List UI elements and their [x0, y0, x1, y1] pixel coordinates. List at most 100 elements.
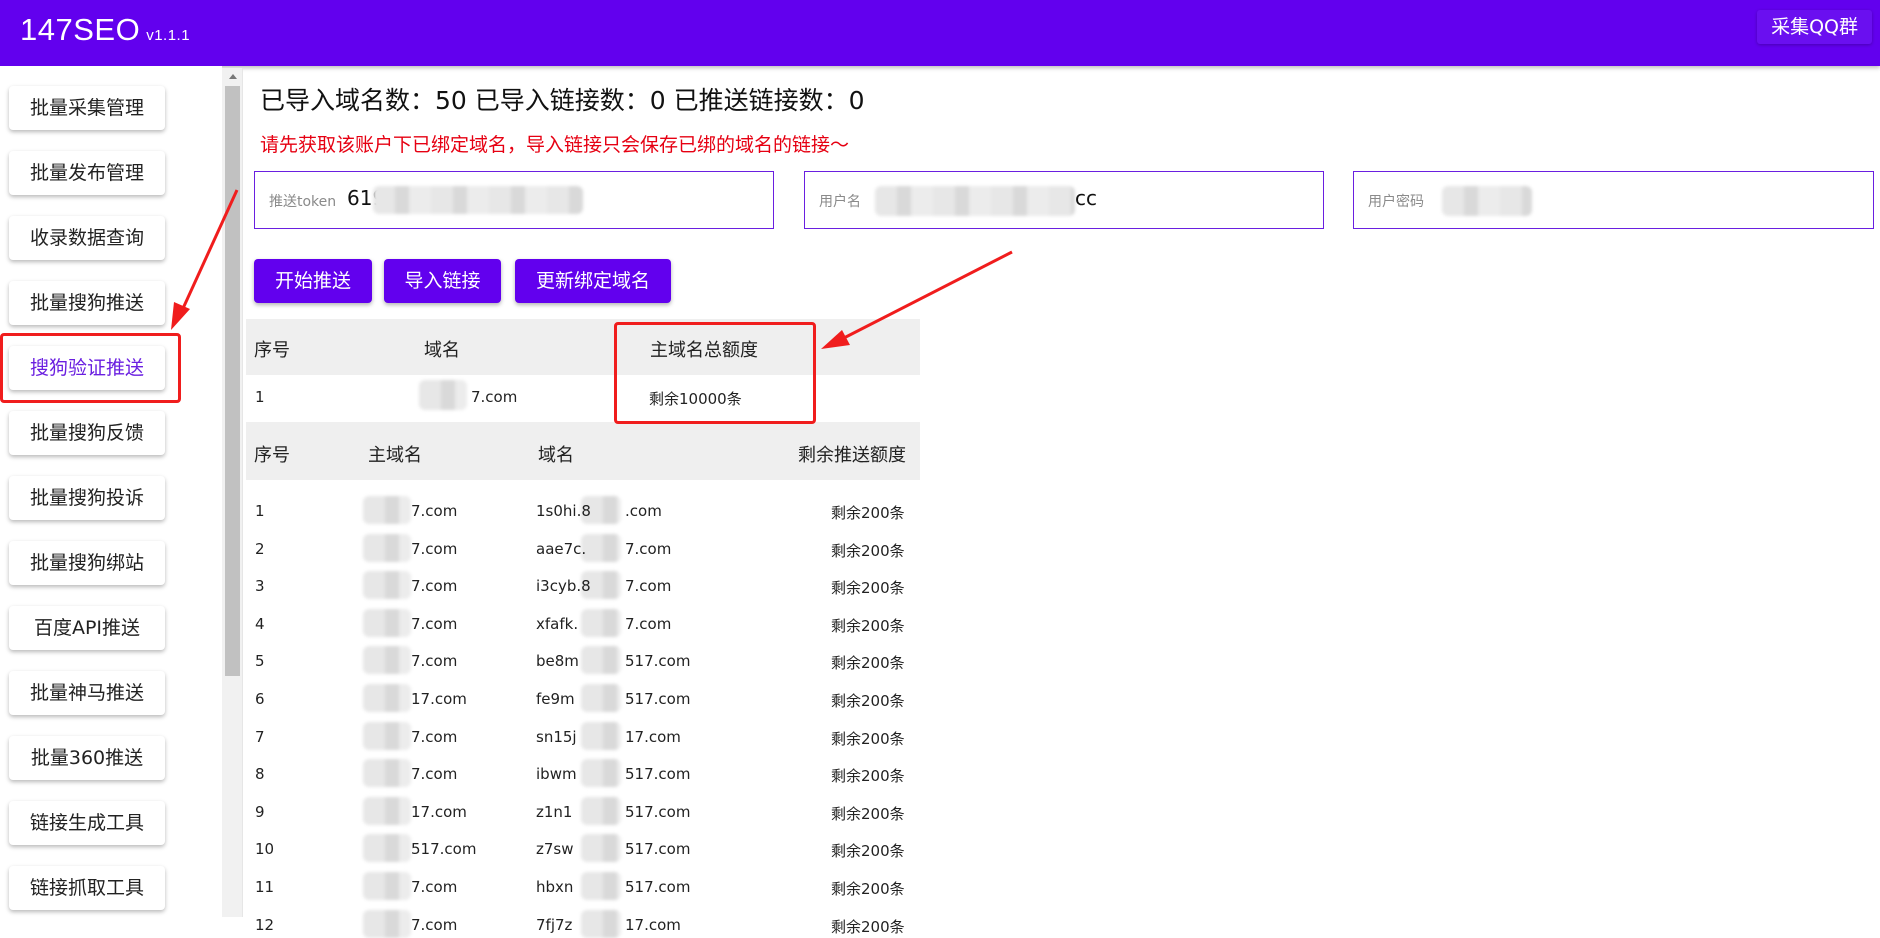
- main-domain-redaction: [363, 834, 411, 863]
- row-quota: 剩余200条: [831, 504, 905, 522]
- row-quota: 剩余200条: [831, 917, 905, 936]
- token-label: 推送token: [269, 194, 337, 210]
- main-domain-redaction: [363, 759, 411, 788]
- row-domain-tail: 517.com: [625, 652, 691, 671]
- sidebar-item[interactable]: 批量搜狗投诉: [9, 476, 165, 520]
- row-domain: ibwm: [536, 765, 577, 784]
- main-domain-redaction: [363, 608, 411, 637]
- row-domain: z1n1: [536, 802, 573, 821]
- password-redaction: [1442, 186, 1532, 216]
- sidebar-item[interactable]: 批量搜狗推送: [9, 281, 165, 325]
- row-index: 2: [255, 539, 265, 558]
- domain-redaction: [581, 721, 621, 750]
- token-redaction: [373, 186, 583, 214]
- domain-redaction: [581, 533, 621, 562]
- row-main-domain: 7.com: [411, 915, 458, 934]
- row-quota: 剩余200条: [831, 692, 905, 710]
- row-domain-tail: 517.com: [625, 802, 691, 821]
- sidebar-item[interactable]: 批量神马推送: [9, 671, 165, 715]
- row-domain-tail: 517.com: [625, 878, 691, 896]
- row-domain-tail: 7.com: [625, 614, 672, 633]
- row-index: 6: [255, 690, 265, 708]
- row-index: 10: [255, 840, 275, 859]
- row-main-domain: 7.com: [411, 614, 458, 633]
- domain-redaction: [581, 608, 621, 637]
- scroll-up-arrow-icon[interactable]: [229, 74, 237, 79]
- row-index: 12: [255, 915, 275, 934]
- row-quota: 剩余200条: [831, 541, 905, 560]
- app-version: v1.1.1: [146, 27, 191, 44]
- row-main-domain: 7.com: [411, 878, 458, 896]
- sidebar-item[interactable]: 批量搜狗反馈: [9, 411, 165, 455]
- row-domain-tail: 517.com: [625, 690, 691, 708]
- main-domain-redaction: [363, 496, 411, 524]
- row-index: 4: [255, 614, 265, 633]
- row-domain-tail: 7.com: [625, 539, 672, 558]
- col-index: 序号: [254, 340, 290, 361]
- row-domain-tail: 7.com: [625, 577, 672, 596]
- password-field[interactable]: 用户密码: [1353, 171, 1874, 229]
- col-domain: 域名: [538, 445, 574, 466]
- sidebar-item[interactable]: 收录数据查询: [9, 216, 165, 260]
- main-domain-redaction: [363, 872, 411, 900]
- sidebar-scrollbar[interactable]: [222, 68, 243, 917]
- row-domain: 7fj7z: [536, 915, 573, 934]
- import-links-button[interactable]: 导入链接: [384, 259, 501, 303]
- row-main-domain: 7.com: [411, 652, 458, 671]
- password-label: 用户密码: [1368, 194, 1424, 210]
- row-quota: 剩余200条: [831, 842, 905, 861]
- token-field[interactable]: 推送token 619: [254, 171, 774, 229]
- highlight-quota-column: [614, 322, 816, 424]
- sidebar-item[interactable]: 批量发布管理: [9, 151, 165, 195]
- col-domain: 域名: [424, 340, 460, 361]
- app-brand: 147SEO v1.1.1: [20, 12, 190, 48]
- username-redaction: [875, 186, 1075, 216]
- domain-redaction: [581, 646, 621, 675]
- sidebar-item[interactable]: 链接抓取工具: [9, 866, 165, 910]
- row-domain: be8m: [536, 652, 579, 671]
- row-index: 9: [255, 802, 265, 821]
- sidebar-item[interactable]: 链接生成工具: [9, 801, 165, 845]
- row-index: 1: [255, 388, 265, 406]
- sidebar-item[interactable]: 百度API推送: [9, 606, 165, 650]
- sidebar-item[interactable]: 批量搜狗绑站: [9, 541, 165, 585]
- domain-redaction: [581, 759, 621, 788]
- main-domain-redaction: [363, 571, 411, 600]
- col-main-domain: 主域名: [368, 445, 422, 466]
- username-field[interactable]: 用户名 cc: [804, 171, 1324, 229]
- row-main-domain: 17.com: [411, 802, 467, 821]
- import-stats: 已导入域名数：50 已导入链接数：0 已推送链接数：0: [260, 86, 865, 115]
- row-domain: i3cyb.8: [536, 577, 591, 596]
- brand-name: 147SEO: [20, 12, 141, 47]
- row-domain-tail: 517.com: [625, 840, 691, 859]
- sidebar-item[interactable]: 批量采集管理: [9, 86, 165, 130]
- start-push-button[interactable]: 开始推送: [254, 259, 372, 303]
- domain-redaction: [581, 872, 621, 900]
- row-index: 8: [255, 765, 265, 784]
- row-domain: xfafk.: [536, 614, 579, 633]
- main-content: 已导入域名数：50 已导入链接数：0 已推送链接数：0 请先获取该账户下已绑定域…: [243, 66, 1880, 938]
- row-quota: 剩余200条: [831, 729, 905, 748]
- row-quota: 剩余200条: [831, 579, 905, 598]
- scroll-thumb[interactable]: [225, 86, 240, 676]
- main-domain-redaction: [363, 684, 411, 712]
- sidebar-item[interactable]: 批量360推送: [9, 736, 165, 780]
- row-index: 11: [255, 878, 275, 896]
- domain-redaction: [581, 909, 621, 938]
- qq-group-button[interactable]: 采集QQ群: [1757, 10, 1872, 44]
- row-index: 5: [255, 652, 265, 671]
- username-label: 用户名: [819, 194, 861, 210]
- row-domain: 7.com: [471, 388, 518, 406]
- domain-redaction: [581, 684, 621, 712]
- row-domain: z7sw: [536, 840, 574, 859]
- app-header: 147SEO v1.1.1 采集QQ群: [0, 0, 1880, 66]
- row-domain-tail: .com: [625, 502, 662, 520]
- main-domain-redaction: [363, 721, 411, 750]
- row-domain: hbxn: [536, 878, 574, 896]
- domain-redaction: [581, 834, 621, 863]
- row-quota: 剩余200条: [831, 616, 905, 635]
- row-domain-tail: 517.com: [625, 765, 691, 784]
- update-domains-button[interactable]: 更新绑定域名: [515, 259, 671, 303]
- row-index: 3: [255, 577, 265, 596]
- row-quota: 剩余200条: [831, 654, 905, 673]
